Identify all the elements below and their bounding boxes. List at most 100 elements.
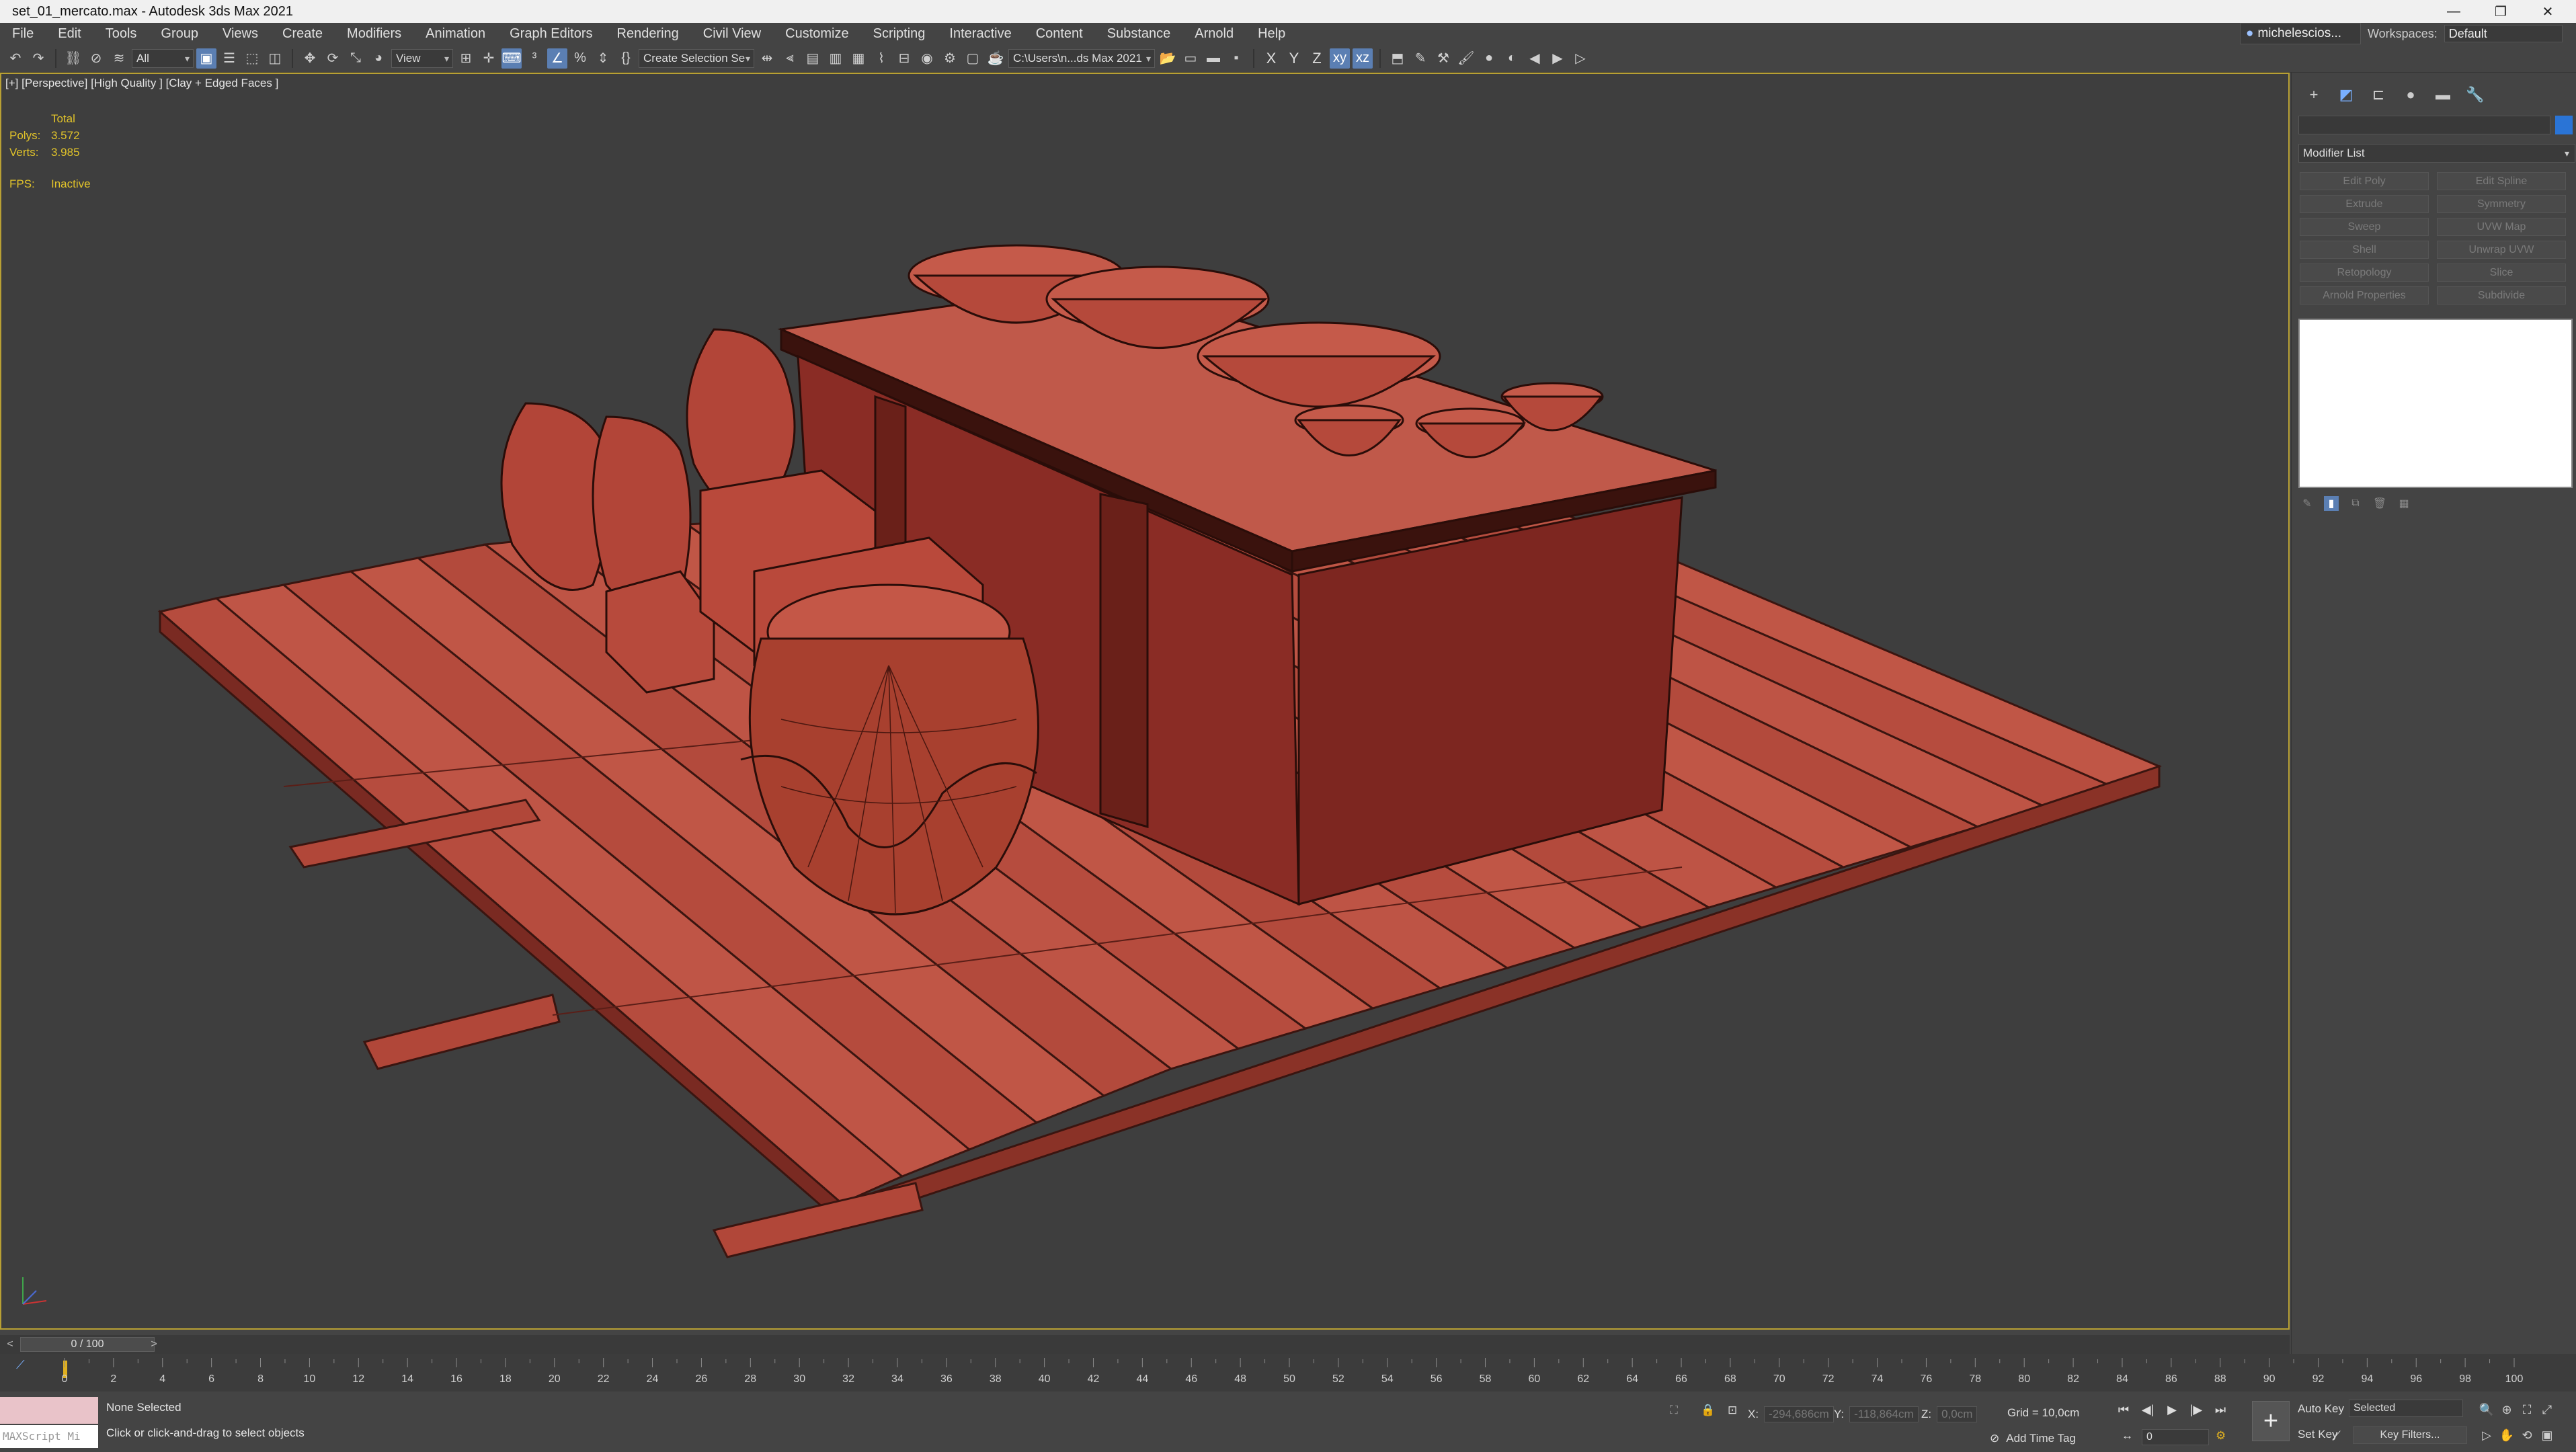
unlink-icon[interactable]: ⊘	[86, 48, 106, 69]
menu-help[interactable]: Help	[1246, 23, 1297, 44]
schematic-view-icon[interactable]: ⊟	[894, 48, 914, 69]
curve-editor-icon[interactable]: ⌇	[871, 48, 891, 69]
menu-views[interactable]: Views	[210, 23, 270, 44]
brush-icon[interactable]: 🖌	[1456, 48, 1476, 69]
perspective-viewport[interactable]: [+] [Perspective] [High Quality ] [Clay …	[0, 73, 2290, 1330]
bind-space-warp-icon[interactable]: ≋	[109, 48, 129, 69]
uvw-map-button[interactable]: UVW Map	[2437, 218, 2566, 236]
time-slider-next-icon[interactable]: >	[147, 1337, 161, 1352]
keyboard-shortcut-override-icon[interactable]: ⌨	[501, 48, 522, 69]
create-tab-icon[interactable]: +	[2304, 85, 2324, 105]
reference-coordinate-dropdown[interactable]: View	[391, 48, 453, 68]
ribbon-icon[interactable]: ▦	[848, 48, 869, 69]
next-frame-icon[interactable]: |▶	[2187, 1401, 2205, 1418]
modify-tab-icon[interactable]: ◩	[2336, 85, 2356, 105]
remove-modifier-icon[interactable]: 🗑	[2372, 496, 2387, 511]
isolate-icon[interactable]: ⬒	[1387, 48, 1408, 69]
menu-file[interactable]: File	[0, 23, 46, 44]
z-value[interactable]: 0,0cm	[1937, 1406, 1978, 1422]
menu-graph-editors[interactable]: Graph Editors	[497, 23, 604, 44]
zoom-icon[interactable]: 🔍	[2478, 1401, 2495, 1418]
edit-spline-button[interactable]: Edit Spline	[2437, 172, 2566, 190]
menu-modifiers[interactable]: Modifiers	[335, 23, 413, 44]
prev-frame-tb-icon[interactable]: ◀	[1525, 48, 1545, 69]
hammer-icon[interactable]: ⚒	[1433, 48, 1453, 69]
lock-selection-icon[interactable]: 🔒	[1701, 1404, 1715, 1417]
restore-button[interactable]: ❐	[2481, 0, 2521, 23]
sphere-icon[interactable]: ●	[1479, 48, 1499, 69]
menu-customize[interactable]: Customize	[773, 23, 860, 44]
menu-substance[interactable]: Substance	[1095, 23, 1183, 44]
rotate-icon[interactable]: ⟳	[323, 48, 343, 69]
key-selection-dropdown[interactable]: Selected	[2349, 1400, 2463, 1417]
axis-x-button[interactable]: X	[1261, 48, 1281, 69]
add-time-tag[interactable]: ⊘ Add Time Tag	[1990, 1432, 2076, 1445]
symmetry-button[interactable]: Symmetry	[2437, 195, 2566, 213]
time-slider-thumb[interactable]: 0 / 100	[20, 1337, 155, 1352]
vertex-snap-icon[interactable]: ◐	[1502, 48, 1522, 69]
retopology-button[interactable]: Retopology	[2300, 264, 2429, 282]
pivot-center-icon[interactable]: ⊞	[456, 48, 476, 69]
absolute-mode-icon[interactable]: ⊡	[1728, 1404, 1737, 1417]
open-folder-icon[interactable]: 📂	[1158, 48, 1178, 69]
pin-stack-icon[interactable]: ✎	[2300, 496, 2315, 511]
display-tab-icon[interactable]: ▬	[2433, 85, 2453, 105]
go-to-end-icon[interactable]: ⏭	[2212, 1401, 2229, 1418]
subdivide-button[interactable]: Subdivide	[2437, 286, 2566, 305]
key-filters-button[interactable]: Key Filters...	[2353, 1426, 2467, 1444]
modifier-stack[interactable]	[2298, 319, 2573, 488]
select-object-icon[interactable]: ▣	[196, 48, 216, 69]
slice-button[interactable]: Slice	[2437, 264, 2566, 282]
menu-content[interactable]: Content	[1024, 23, 1095, 44]
maxscript-listener-output[interactable]	[0, 1397, 98, 1424]
rect-selection-icon[interactable]: ⬚	[242, 48, 262, 69]
select-by-name-icon[interactable]: ☰	[219, 48, 239, 69]
close-button[interactable]: ✕	[2528, 0, 2568, 23]
menu-create[interactable]: Create	[270, 23, 335, 44]
sweep-button[interactable]: Sweep	[2300, 218, 2429, 236]
select-manipulate-icon[interactable]: ✛	[479, 48, 499, 69]
menu-animation[interactable]: Animation	[413, 23, 497, 44]
field-of-view-icon[interactable]: ▷	[2478, 1426, 2495, 1444]
arnold-properties-button[interactable]: Arnold Properties	[2300, 286, 2429, 305]
time-slider-prev-icon[interactable]: <	[3, 1337, 17, 1352]
menu-tools[interactable]: Tools	[93, 23, 149, 44]
object-name-field[interactable]	[2298, 116, 2550, 134]
extrude-button[interactable]: Extrude	[2300, 195, 2429, 213]
snaps-toggle-icon[interactable]: ³	[524, 48, 545, 69]
previous-frame-icon[interactable]: ◀|	[2139, 1401, 2157, 1418]
link-icon[interactable]: ⛓	[63, 48, 83, 69]
make-unique-icon[interactable]: ⧉	[2348, 496, 2363, 511]
isolate-toggle-icon[interactable]: ⛶	[1670, 1404, 1678, 1417]
scale-icon[interactable]: ⤡	[346, 48, 366, 69]
play-tb-icon[interactable]: ▷	[1570, 48, 1591, 69]
percent-snap-icon[interactable]: %	[570, 48, 590, 69]
edit-named-selection-icon[interactable]: {}	[616, 48, 636, 69]
time-slider[interactable]: < 0 / 100 >	[0, 1335, 2290, 1354]
user-account-dropdown[interactable]: ● michelescios...	[2240, 23, 2361, 44]
angle-snap-icon[interactable]: ∠	[547, 48, 567, 69]
pan-view-icon[interactable]: ✋	[2498, 1426, 2515, 1444]
workspace-dropdown[interactable]: Default	[2444, 25, 2563, 42]
configure-modifier-sets-icon[interactable]: ▦	[2397, 496, 2411, 511]
axis-z-button[interactable]: Z	[1307, 48, 1327, 69]
shell-button[interactable]: Shell	[2300, 241, 2429, 259]
zoom-all-icon[interactable]: ⊕	[2498, 1401, 2515, 1418]
orbit-icon[interactable]: ⟲	[2518, 1426, 2536, 1444]
move-icon[interactable]: ✥	[300, 48, 320, 69]
object-color-swatch[interactable]	[2555, 116, 2573, 134]
go-to-start-icon[interactable]: ⏮	[2115, 1401, 2132, 1418]
spinner-snap-icon[interactable]: ⇕	[593, 48, 613, 69]
current-frame-input[interactable]: 0	[2142, 1429, 2209, 1445]
project-folder-dropdown[interactable]: C:\Users\n...ds Max 2021	[1008, 48, 1155, 68]
show-end-result-icon[interactable]: ▮	[2324, 496, 2339, 511]
menu-group[interactable]: Group	[149, 23, 210, 44]
motion-tab-icon[interactable]: ●	[2401, 85, 2421, 105]
y-value[interactable]: -118,864cm	[1849, 1406, 1919, 1422]
menu-interactive[interactable]: Interactive	[937, 23, 1023, 44]
material-editor-icon[interactable]: ◉	[917, 48, 937, 69]
menu-rendering[interactable]: Rendering	[605, 23, 691, 44]
maxscript-mini-listener[interactable]: MAXScript Mi	[0, 1425, 98, 1448]
selection-filter-dropdown[interactable]: All	[132, 48, 194, 68]
key-tangent-icon[interactable]: ⟋	[2333, 1429, 2341, 1443]
